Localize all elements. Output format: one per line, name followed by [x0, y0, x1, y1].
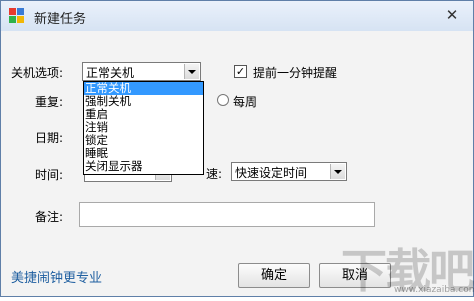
- window-title: 新建任务: [34, 12, 87, 27]
- app-icon: [9, 8, 25, 24]
- remind-checkbox[interactable]: ✓: [234, 65, 247, 78]
- shutdown-action-dropdown: 正常关机 强制关机 重启 注销 锁定 睡眠 关闭显示器: [83, 81, 204, 175]
- new-task-dialog: 新建任务 ✕ 关机选项: 正常关机 ✓ 提前一分钟提醒 重复: 每周 日期: 时…: [0, 0, 474, 298]
- shutdown-action-value: 正常关机: [86, 66, 135, 80]
- quick-set-value: 快速设定时间: [235, 166, 308, 180]
- date-label: 日期:: [35, 131, 64, 145]
- ok-button[interactable]: 确定: [238, 263, 310, 288]
- close-icon[interactable]: ✕: [439, 4, 465, 26]
- quick-set-label: 速:: [206, 167, 223, 181]
- shutdown-action-select[interactable]: 正常关机: [82, 62, 201, 81]
- dropdown-option[interactable]: 关闭显示器: [84, 160, 203, 173]
- repeat-label: 重复:: [35, 95, 64, 109]
- watermark-url: www.xiazaiba.com: [394, 285, 474, 295]
- weekly-label: 每周: [233, 95, 258, 109]
- options-label: 关机选项:: [11, 66, 64, 80]
- chevron-down-icon[interactable]: [184, 64, 199, 79]
- note-label: 备注:: [35, 210, 64, 224]
- title-bar: 新建任务 ✕: [1, 1, 473, 31]
- remind-label: 提前一分钟提醒: [253, 66, 338, 80]
- weekly-radio[interactable]: [217, 94, 229, 106]
- promo-link[interactable]: 美捷闹钟更专业: [11, 267, 102, 286]
- chevron-down-icon[interactable]: [330, 164, 345, 179]
- quick-set-select[interactable]: 快速设定时间: [231, 162, 347, 181]
- time-label: 时间:: [35, 168, 64, 182]
- note-input[interactable]: [79, 202, 375, 227]
